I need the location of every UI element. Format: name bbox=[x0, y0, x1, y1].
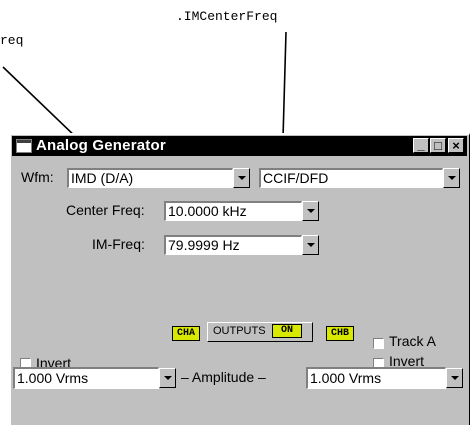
waveform-mode-dropdown-icon[interactable] bbox=[443, 168, 460, 188]
center-freq-dropdown-icon[interactable] bbox=[302, 201, 319, 221]
outputs-on-indicator: ON bbox=[272, 324, 302, 338]
close-icon[interactable]: × bbox=[448, 138, 464, 153]
im-freq-dropdown-icon[interactable] bbox=[302, 235, 319, 255]
window-title: Analog Generator bbox=[36, 137, 166, 154]
waveform-label: Wfm: bbox=[21, 169, 54, 185]
amplitude-right-input[interactable]: 1.000 Vrms bbox=[306, 367, 446, 389]
waveform-type-value: IMD (D/A) bbox=[71, 170, 134, 186]
track-a-checkbox[interactable] bbox=[373, 338, 384, 349]
waveform-mode-select[interactable]: CCIF/DFD bbox=[259, 168, 443, 188]
im-freq-input[interactable]: 79.9999 Hz bbox=[164, 235, 302, 255]
outputs-button[interactable]: OUTPUTS ON bbox=[207, 322, 313, 342]
waveform-mode-value: CCIF/DFD bbox=[263, 170, 329, 186]
im-freq-label: IM-Freq: bbox=[92, 236, 145, 252]
waveform-type-select[interactable]: IMD (D/A) bbox=[67, 168, 233, 188]
track-a-label: Track A bbox=[389, 333, 436, 349]
waveform-type-dropdown-icon[interactable] bbox=[233, 168, 250, 188]
amplitude-label: – Amplitude – bbox=[181, 369, 266, 385]
outputs-label: OUTPUTS bbox=[213, 325, 266, 337]
im-freq-value: 79.9999 Hz bbox=[168, 237, 240, 253]
center-freq-input[interactable]: 10.0000 kHz bbox=[164, 201, 302, 221]
amplitude-left-input[interactable]: 1.000 Vrms bbox=[13, 367, 159, 389]
channel-b-indicator[interactable]: CHB bbox=[326, 326, 354, 341]
center-freq-label: Center Freq: bbox=[66, 202, 145, 218]
amplitude-left-dropdown-icon[interactable] bbox=[159, 368, 176, 388]
analog-generator-window: Analog Generator _ □ × Wfm: IMD (D/A) CC… bbox=[9, 133, 470, 425]
maximize-icon[interactable]: □ bbox=[430, 138, 446, 153]
amplitude-left-value: 1.000 Vrms bbox=[17, 370, 89, 386]
amplitude-right-dropdown-icon[interactable] bbox=[446, 368, 463, 388]
amplitude-right-value: 1.000 Vrms bbox=[310, 370, 382, 386]
system-menu-icon[interactable] bbox=[16, 139, 32, 153]
minimize-icon[interactable]: _ bbox=[413, 138, 429, 153]
center-freq-value: 10.0000 kHz bbox=[168, 203, 247, 219]
title-bar[interactable]: Analog Generator _ □ × bbox=[12, 136, 467, 156]
channel-a-indicator[interactable]: CHA bbox=[172, 326, 200, 341]
